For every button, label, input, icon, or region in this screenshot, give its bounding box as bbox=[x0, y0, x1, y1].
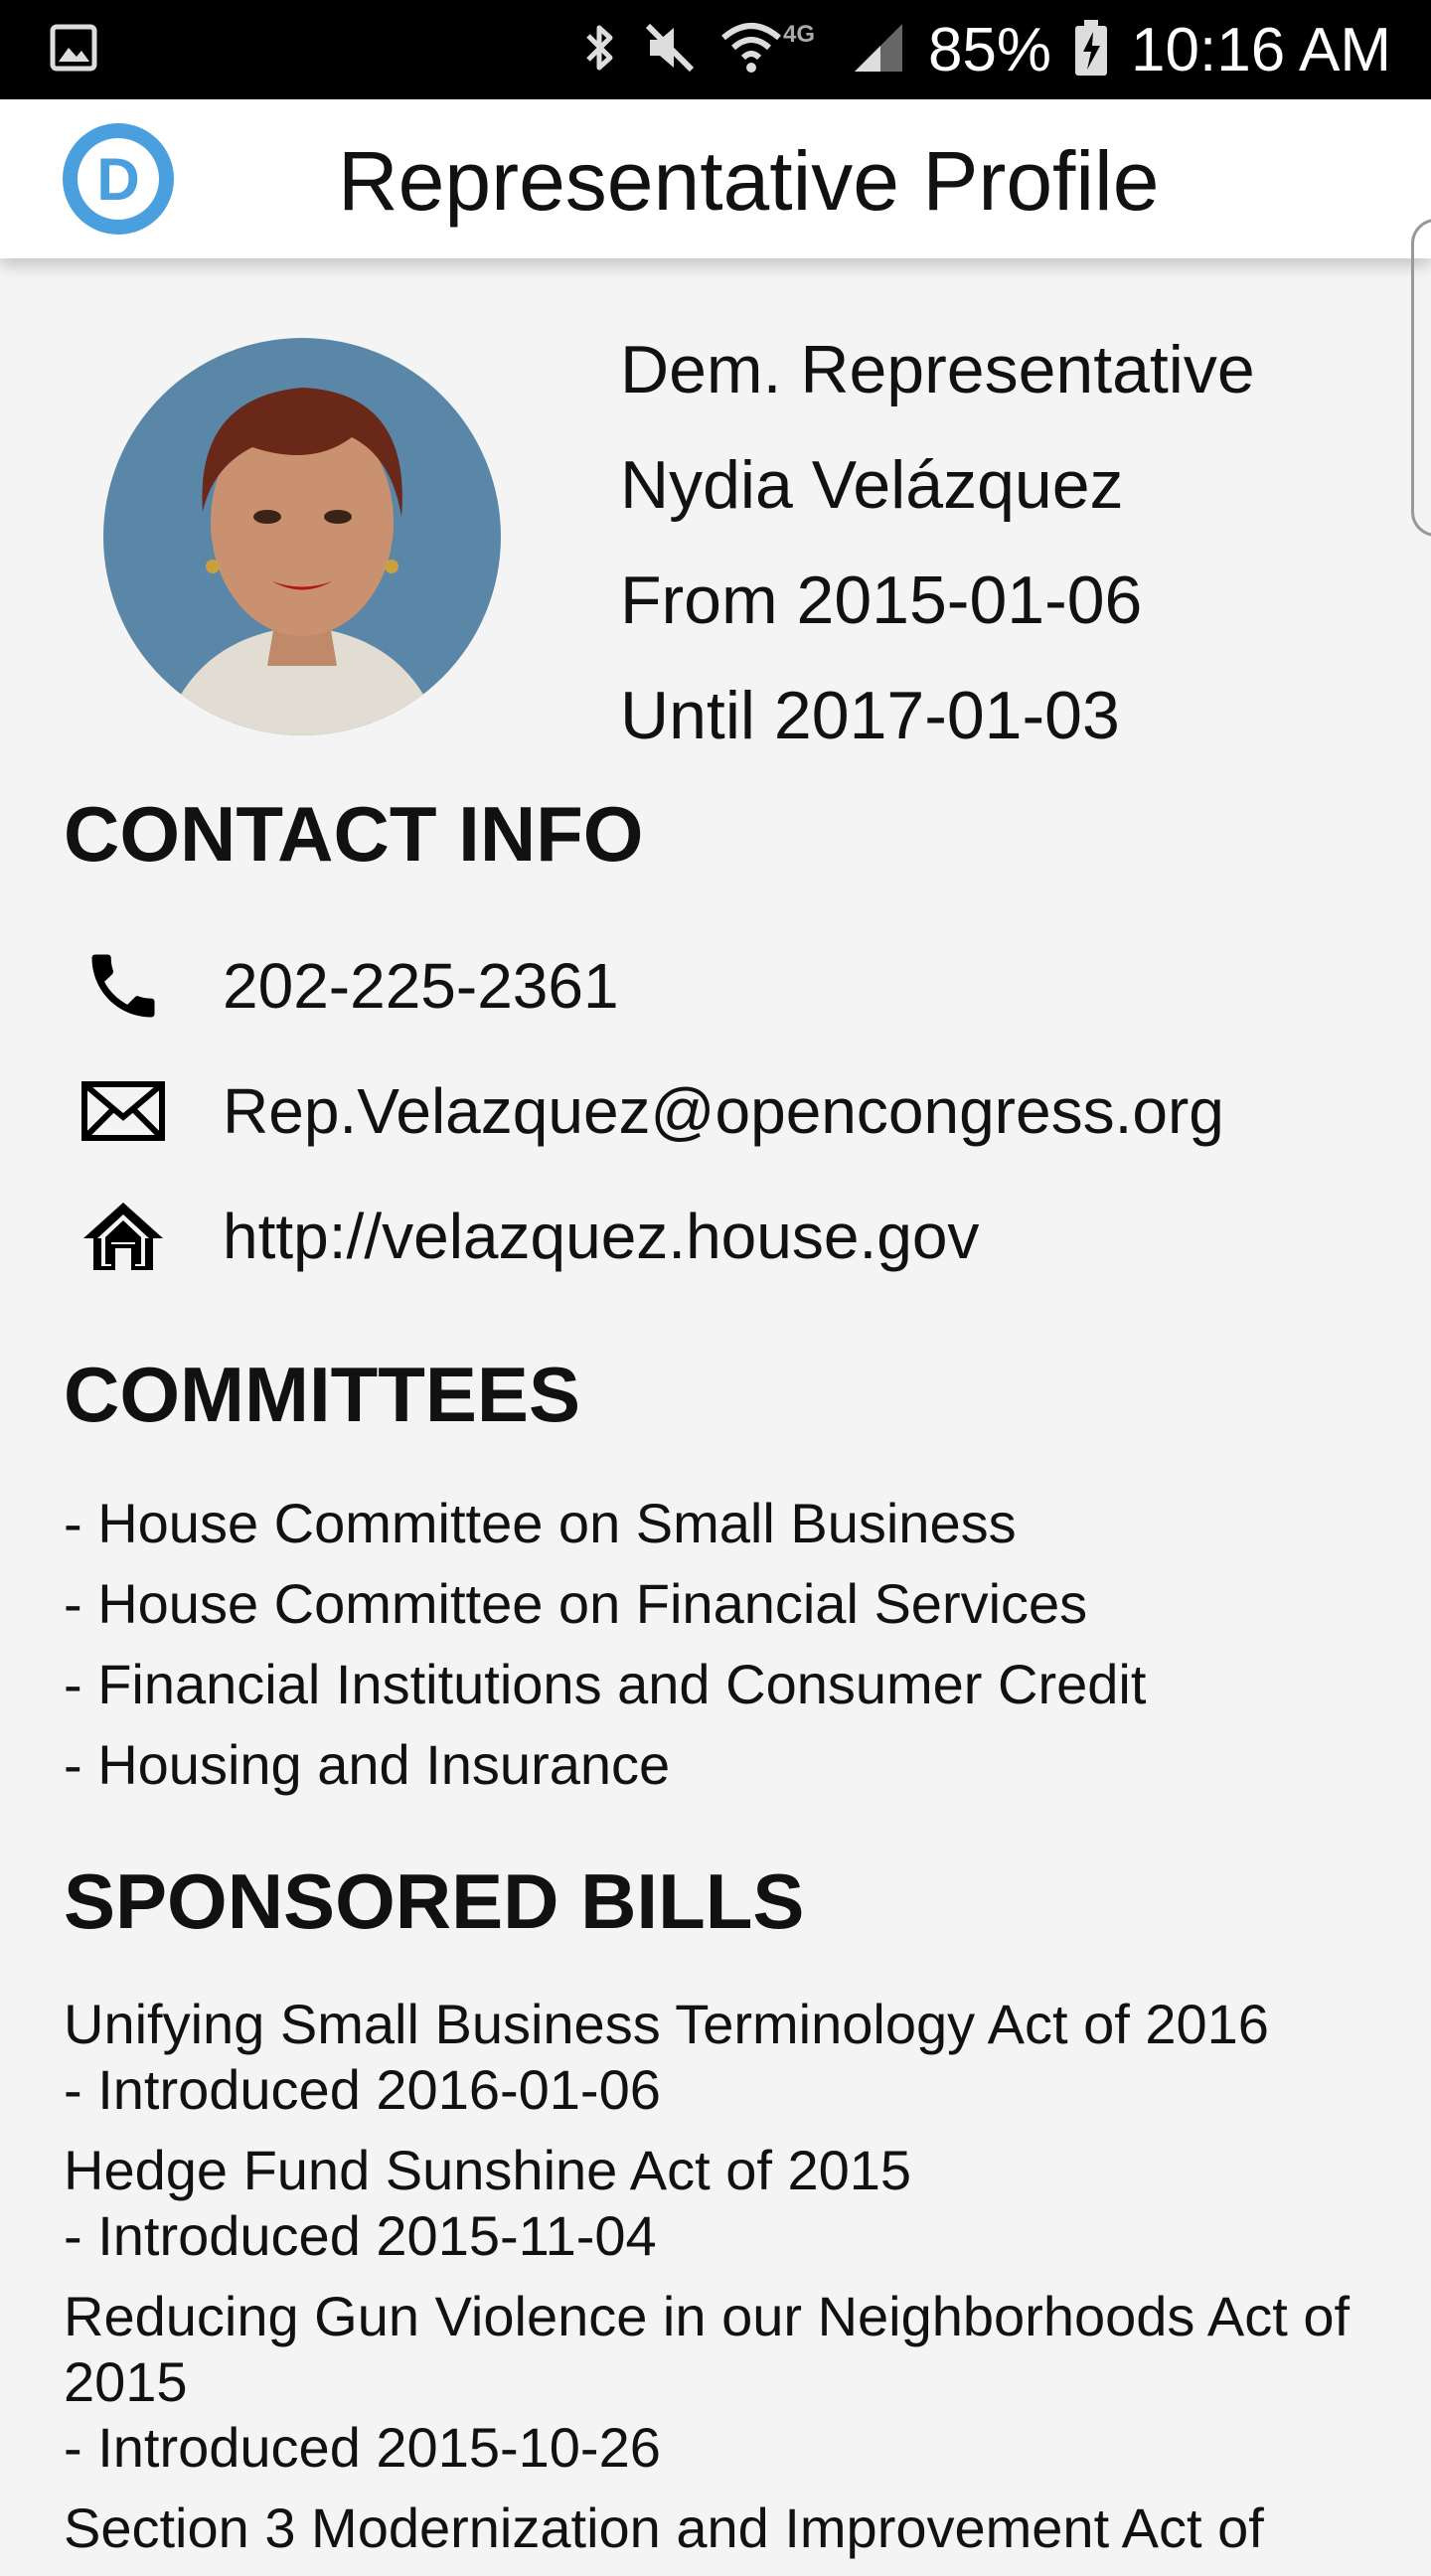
bluetooth-icon bbox=[580, 20, 620, 80]
party-title: Dem. Representative bbox=[620, 332, 1255, 407]
term-start: From 2015-01-06 bbox=[620, 563, 1143, 638]
gallery-notification-icon bbox=[50, 24, 97, 77]
representative-photo bbox=[103, 338, 501, 735]
contact-phone-row[interactable]: 202-225-2361 bbox=[80, 936, 619, 1036]
committees-heading: COMMITTEES bbox=[64, 1351, 580, 1438]
phone-number: 202-225-2361 bbox=[223, 950, 619, 1022]
envelope-icon bbox=[80, 1067, 167, 1155]
edge-panel-handle[interactable] bbox=[1411, 219, 1431, 537]
profile-summary: Dem. Representative Nydia Velázquez From… bbox=[620, 312, 1255, 773]
committee-item: - Housing and Insurance bbox=[64, 1733, 671, 1796]
cell-signal-icon bbox=[851, 20, 906, 80]
bill-item[interactable]: Unifying Small Business Terminology Act … bbox=[64, 1992, 1385, 2123]
bill-item[interactable]: Hedge Fund Sunshine Act of 2015 - Introd… bbox=[64, 2138, 1385, 2269]
svg-text:D: D bbox=[96, 146, 139, 213]
page-title: Representative Profile bbox=[338, 134, 1160, 228]
committee-item: - Financial Institutions and Consumer Cr… bbox=[64, 1653, 1147, 1715]
battery-percent: 85% bbox=[927, 15, 1052, 84]
bill-name: Section 3 Modernization and Improvement … bbox=[64, 2496, 1264, 2559]
status-bar: 4G 85% 10:16 AM bbox=[0, 0, 1431, 99]
bill-name: Unifying Small Business Terminology Act … bbox=[64, 1993, 1269, 2055]
bill-name: Hedge Fund Sunshine Act of 2015 bbox=[64, 2139, 912, 2201]
clock: 10:16 AM bbox=[1131, 15, 1391, 84]
committees-list: - House Committee on Small Business - Ho… bbox=[64, 1483, 1146, 1805]
website-link[interactable]: http://velazquez.house.gov bbox=[223, 1200, 979, 1273]
bill-item[interactable]: Section 3 Modernization and Improvement … bbox=[64, 2496, 1385, 2561]
sponsored-bills-list: Unifying Small Business Terminology Act … bbox=[64, 1992, 1385, 2576]
app-bar: D Representative Profile bbox=[0, 99, 1431, 258]
contact-email-row[interactable]: Rep.Velazquez@opencongress.org bbox=[80, 1061, 1224, 1161]
mute-icon bbox=[642, 20, 698, 80]
contact-website-row[interactable]: http://velazquez.house.gov bbox=[80, 1187, 979, 1286]
email-address: Rep.Velazquez@opencongress.org bbox=[223, 1075, 1224, 1147]
sponsored-bills-heading: SPONSORED BILLS bbox=[64, 1857, 805, 1945]
phone-icon bbox=[80, 942, 167, 1030]
committee-item: - House Committee on Small Business bbox=[64, 1492, 1017, 1554]
committee-item: - House Committee on Financial Services bbox=[64, 1572, 1088, 1635]
term-end: Until 2017-01-03 bbox=[620, 678, 1120, 753]
home-icon bbox=[80, 1193, 167, 1280]
battery-charging-icon bbox=[1073, 18, 1109, 82]
democrat-logo-icon[interactable]: D bbox=[58, 118, 179, 240]
bill-introduced-date: - Introduced 2016-01-06 bbox=[64, 2058, 661, 2121]
bill-introduced-date: - Introduced 2015-10-26 bbox=[64, 2416, 661, 2479]
wifi-icon: 4G bbox=[719, 18, 829, 82]
contact-info-heading: CONTACT INFO bbox=[64, 790, 644, 878]
bill-introduced-date: - Introduced 2015-11-04 bbox=[64, 2204, 657, 2267]
svg-text:4G: 4G bbox=[783, 21, 815, 48]
representative-name: Nydia Velázquez bbox=[620, 447, 1124, 523]
bill-name: Reducing Gun Violence in our Neighborhoo… bbox=[64, 2285, 1351, 2413]
bill-item[interactable]: Reducing Gun Violence in our Neighborhoo… bbox=[64, 2284, 1385, 2481]
